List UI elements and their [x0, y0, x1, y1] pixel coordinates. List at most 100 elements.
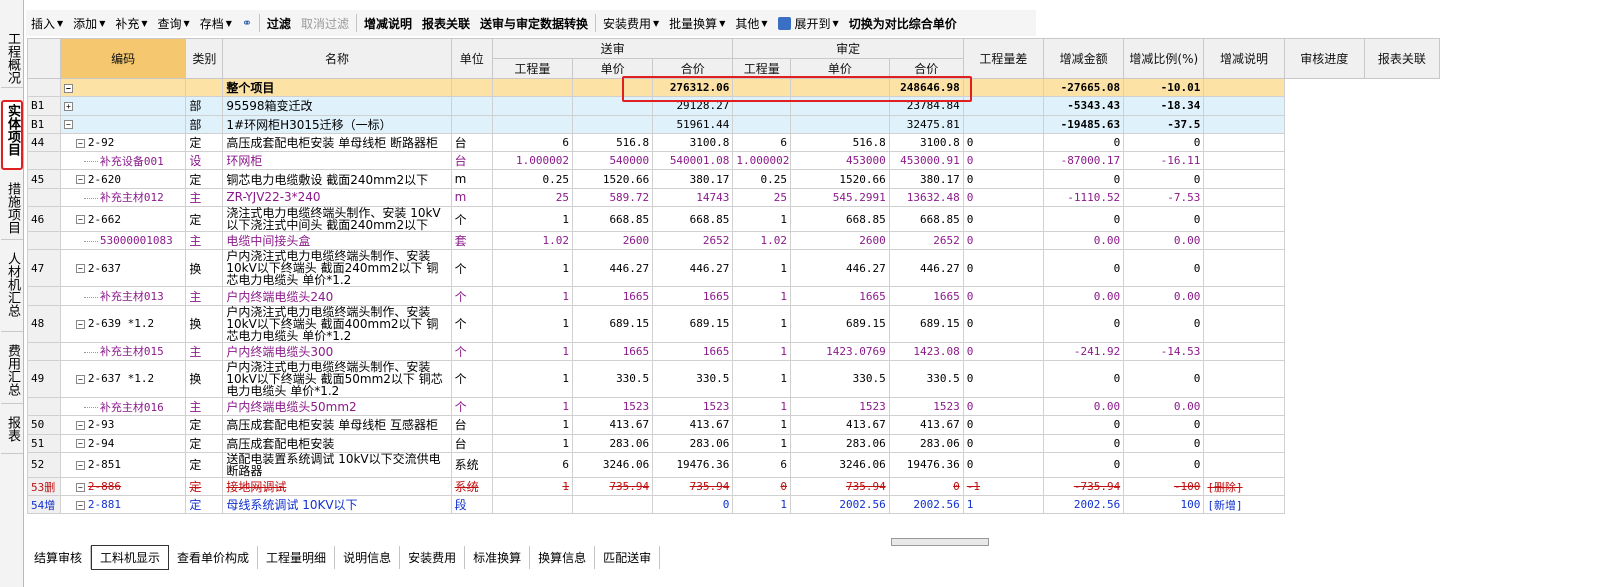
vtab-fee-summary[interactable]: 费用汇总: [1, 342, 23, 404]
table-row[interactable]: 补充设备001 设 环网柜 台 1.000002 540000 540001.08 1.000…: [27, 151, 1440, 171]
cell-ap[interactable]: 735.94: [790, 476, 890, 497]
cell-aq[interactable]: 25: [732, 187, 791, 208]
filter-button[interactable]: 过滤: [262, 12, 296, 34]
cell-st[interactable]: 0: [652, 495, 734, 515]
cell-sq[interactable]: 1: [491, 286, 573, 306]
cell-ca[interactable]: -5343.43: [1042, 96, 1125, 116]
cell-sq[interactable]: [491, 96, 573, 116]
cell-idx[interactable]: [27, 151, 61, 171]
cell-sq[interactable]: 25: [491, 187, 573, 208]
cell-st[interactable]: 1665: [652, 286, 734, 306]
cell-cr[interactable]: -10.01: [1123, 77, 1205, 98]
cell-ca[interactable]: 2002.56: [1042, 495, 1125, 515]
cell-idx[interactable]: 45: [27, 169, 61, 189]
cell-idx[interactable]: [27, 231, 61, 251]
cell-ca[interactable]: -27665.08: [1042, 77, 1125, 98]
cell-name[interactable]: 高压成套配电柜安装: [222, 433, 452, 453]
cell-name[interactable]: 高压成套配电柜安装 单母线柜 断路器柜: [222, 132, 452, 153]
col-header-change-amount[interactable]: 增减金额: [1042, 38, 1125, 79]
cell-qd[interactable]: 0: [962, 169, 1044, 189]
cell-aq[interactable]: 1.02: [732, 231, 791, 251]
cell-aq[interactable]: 0: [732, 476, 791, 497]
cell-qd[interactable]: 0: [962, 451, 1044, 478]
cell-cr[interactable]: 0.00: [1123, 231, 1205, 251]
cell-qd[interactable]: 0: [962, 132, 1044, 153]
col-header-approved-total[interactable]: 合价: [888, 58, 964, 79]
cell-sp[interactable]: 3246.06: [571, 451, 654, 478]
cell-ca[interactable]: -87000.17: [1042, 151, 1125, 171]
cell-code[interactable]: −: [59, 77, 187, 98]
cell-sp[interactable]: 1520.66: [571, 169, 654, 189]
cell-at[interactable]: 2002.56: [888, 495, 964, 515]
cell-cat[interactable]: 主: [185, 187, 224, 208]
cell-ap[interactable]: 283.06: [790, 433, 890, 453]
cell-at[interactable]: 283.06: [888, 433, 964, 453]
expand-node-icon[interactable]: +: [63, 101, 73, 111]
cell-cr[interactable]: 0: [1123, 415, 1205, 435]
cell-sp[interactable]: [571, 96, 654, 116]
collapse-node-icon[interactable]: −: [75, 374, 85, 384]
cell-ca[interactable]: 0.00: [1042, 286, 1125, 306]
cell-unit[interactable]: 个: [450, 206, 493, 233]
cell-sq[interactable]: 1: [491, 206, 573, 233]
cell-note[interactable]: [新增]: [1203, 495, 1285, 515]
cell-note[interactable]: [1203, 187, 1285, 208]
cell-cr[interactable]: -100: [1123, 476, 1205, 497]
vtab-measure-items[interactable]: 措施项目: [1, 180, 23, 240]
cell-qd[interactable]: 0: [962, 359, 1044, 398]
cell-idx[interactable]: [27, 77, 61, 98]
cell-at[interactable]: 0: [888, 476, 964, 497]
cell-name[interactable]: 户内终端电缆头300: [222, 341, 452, 361]
cell-name[interactable]: 户内终端电缆头240: [222, 286, 452, 306]
col-header-submitted-qty[interactable]: 工程量: [491, 58, 573, 79]
cell-code[interactable]: −2-662: [59, 206, 187, 233]
table-row[interactable]: − 整个项目 276312.06 248646.98 -27665.08 -10.01: [27, 77, 1440, 98]
query-button[interactable]: 查询 ▼: [153, 12, 195, 34]
cell-sq[interactable]: 6: [491, 132, 573, 153]
cell-sq[interactable]: 0.25: [491, 169, 573, 189]
cell-sp[interactable]: 668.85: [571, 206, 654, 233]
btab-conversion-info[interactable]: 换算信息: [530, 545, 596, 569]
vtab-project-overview[interactable]: 工程概况: [1, 30, 23, 88]
cell-cr[interactable]: 0: [1123, 433, 1205, 453]
cell-sq[interactable]: 1: [491, 415, 573, 435]
cell-unit[interactable]: 台: [450, 151, 493, 171]
col-header-change-note[interactable]: 增减说明: [1203, 38, 1285, 79]
cell-unit[interactable]: 段: [450, 495, 493, 515]
batch-convert-button[interactable]: 批量换算 ▼: [664, 12, 730, 34]
cell-cat[interactable]: 换: [185, 359, 224, 398]
cell-unit[interactable]: [450, 96, 493, 116]
cell-aq[interactable]: 1: [732, 304, 791, 343]
collapse-node-icon[interactable]: −: [75, 439, 85, 449]
cell-sp[interactable]: 446.27: [571, 249, 654, 288]
cell-note[interactable]: [1203, 96, 1285, 116]
cell-unit[interactable]: 个: [450, 341, 493, 361]
cell-ap[interactable]: [790, 96, 890, 116]
col-header-index[interactable]: [27, 38, 61, 79]
cell-note[interactable]: [1203, 132, 1285, 153]
cell-qd[interactable]: 0: [962, 231, 1044, 251]
cell-unit[interactable]: [450, 77, 493, 98]
cell-sq[interactable]: 1.02: [491, 231, 573, 251]
cell-aq[interactable]: 1: [732, 286, 791, 306]
cell-ap[interactable]: 446.27: [790, 249, 890, 288]
cell-note[interactable]: [1203, 341, 1285, 361]
cell-idx[interactable]: 44: [27, 132, 61, 153]
cell-sp[interactable]: 283.06: [571, 433, 654, 453]
cell-at[interactable]: 1523: [888, 396, 964, 417]
cell-st[interactable]: 1665: [652, 341, 734, 361]
cell-unit[interactable]: 个: [450, 396, 493, 417]
cell-unit[interactable]: [450, 114, 493, 134]
cell-qd[interactable]: 0: [962, 341, 1044, 361]
cell-st[interactable]: 29128.27: [652, 96, 734, 116]
cell-ap[interactable]: 1520.66: [790, 169, 890, 189]
cell-at[interactable]: 1665: [888, 286, 964, 306]
cell-ap[interactable]: [790, 77, 890, 98]
table-row[interactable]: 52−2-851 定送配电装置系统调试 10kV以下交流供电 断路器 系统 6 3246…: [27, 451, 1440, 478]
cell-ap[interactable]: 1523: [790, 396, 890, 417]
cell-at[interactable]: 689.15: [888, 304, 964, 343]
cell-ca[interactable]: 0.00: [1042, 396, 1125, 417]
install-fee-button[interactable]: 安装费用 ▼: [598, 12, 664, 34]
cancel-filter-button[interactable]: 取消过滤: [296, 12, 354, 34]
cell-st[interactable]: 283.06: [652, 433, 734, 453]
